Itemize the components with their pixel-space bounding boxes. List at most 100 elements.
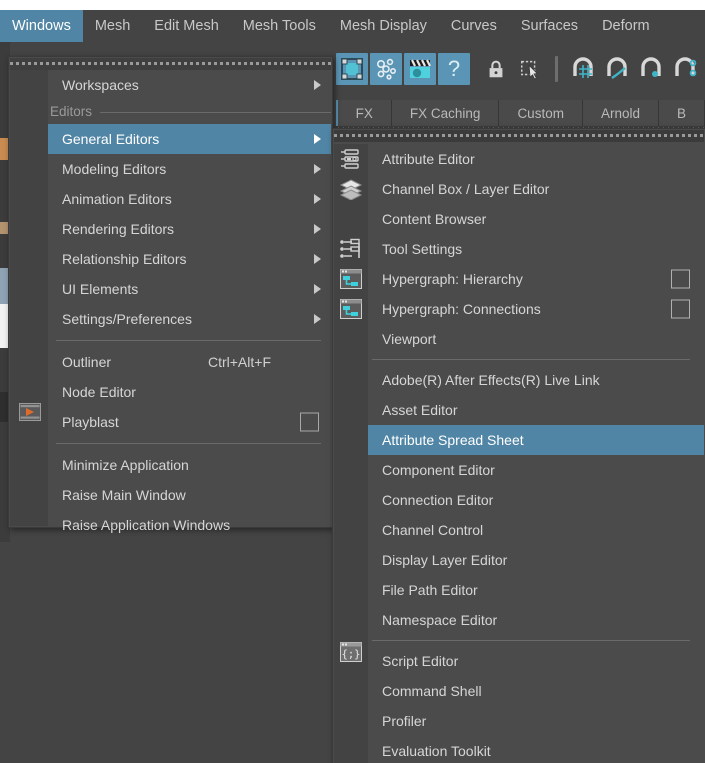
menu-item-rendering-editors[interactable]: Rendering Editors — [48, 214, 331, 244]
menubar-item-edit-mesh[interactable]: Edit Mesh — [142, 10, 230, 42]
submenu-item-label: Component Editor — [382, 462, 495, 478]
selection-mask-icon[interactable] — [514, 53, 546, 85]
menubar-item-windows[interactable]: Windows — [0, 10, 83, 42]
menu-item-settings-preferences[interactable]: Settings/Preferences — [48, 304, 331, 334]
option-box-checkbox[interactable] — [300, 412, 319, 432]
submenu-item-label: Hypergraph: Hierarchy — [382, 271, 523, 287]
option-box-checkbox[interactable] — [671, 299, 690, 319]
menu-item-outliner[interactable]: Outliner Ctrl+Alt+F — [48, 347, 331, 377]
submenu-item-label: Script Editor — [382, 653, 459, 669]
chevron-right-icon — [314, 254, 321, 264]
submenu-item-label: Hypergraph: Connections — [382, 301, 541, 317]
menubar-item-mesh-display[interactable]: Mesh Display — [328, 10, 439, 42]
help-question-icon[interactable]: ? — [438, 53, 470, 85]
submenu-item-label: Tool Settings — [382, 241, 463, 257]
menu-section-label: Editors — [50, 104, 93, 119]
submenu-item-label: Content Browser — [382, 211, 487, 227]
tab-arnold[interactable]: Arnold — [582, 100, 659, 126]
snap-to-points-icon[interactable] — [635, 53, 667, 85]
submenu-tearoff-handle[interactable] — [334, 130, 704, 142]
hypergraph-window-icon — [339, 298, 363, 320]
submenu-item-asset-editor[interactable]: Asset Editor — [368, 395, 704, 425]
submenu-item-hypergraph-hierarchy[interactable]: Hypergraph: Hierarchy — [368, 264, 704, 294]
general-editors-submenu: {;} Attribute Editor Channel Box / Layer… — [332, 128, 705, 763]
menu-item-label: Settings/Preferences — [62, 311, 192, 327]
submenu-item-display-layer-editor[interactable]: Display Layer Editor — [368, 545, 704, 575]
submenu-item-namespace-editor[interactable]: Namespace Editor — [368, 605, 704, 635]
submenu-item-connection-editor[interactable]: Connection Editor — [368, 485, 704, 515]
submenu-item-script-editor[interactable]: Script Editor — [368, 646, 704, 676]
submenu-item-label: Adobe(R) After Effects(R) Live Link — [382, 372, 600, 388]
chevron-right-icon — [314, 80, 321, 90]
menu-item-animation-editors[interactable]: Animation Editors — [48, 184, 331, 214]
submenu-item-attribute-editor[interactable]: Attribute Editor — [368, 144, 704, 174]
submenu-item-label: Viewport — [382, 331, 437, 347]
submenu-item-attribute-spread-sheet[interactable]: Attribute Spread Sheet — [368, 425, 704, 455]
menu-item-general-editors[interactable]: General Editors — [48, 124, 331, 154]
menu-item-node-editor[interactable]: Node Editor — [48, 377, 331, 407]
particles-icon[interactable] — [370, 53, 402, 85]
windows-dropdown-menu: Workspaces Editors General Editors Model… — [8, 56, 333, 533]
playblast-clapper-icon[interactable] — [404, 53, 436, 85]
toolbar-separator — [555, 56, 558, 82]
submenu-item-label: Connection Editor — [382, 492, 494, 508]
snap-to-grid-layout-icon[interactable] — [336, 53, 368, 85]
menu-item-modeling-editors[interactable]: Modeling Editors — [48, 154, 331, 184]
menu-item-minimize-application[interactable]: Minimize Application — [48, 450, 331, 480]
menu-item-ui-elements[interactable]: UI Elements — [48, 274, 331, 304]
submenu-item-command-shell[interactable]: Command Shell — [368, 676, 704, 706]
snap-to-grids-icon[interactable] — [567, 53, 599, 85]
status-line-toolbar: ? — [336, 50, 705, 88]
chevron-right-icon — [314, 224, 321, 234]
menubar-item-curves[interactable]: Curves — [439, 10, 509, 42]
submenu-item-after-effects-live-link[interactable]: Adobe(R) After Effects(R) Live Link — [368, 365, 704, 395]
option-box-checkbox[interactable] — [671, 269, 690, 289]
submenu-item-label: Display Layer Editor — [382, 552, 508, 568]
submenu-item-tool-settings[interactable]: Tool Settings — [368, 234, 704, 264]
menu-item-raise-main-window[interactable]: Raise Main Window — [48, 480, 331, 510]
menu-item-label: Node Editor — [62, 384, 136, 400]
maya-application-window: Windows Mesh Edit Mesh Mesh Tools Mesh D… — [0, 0, 705, 763]
submenu-item-channel-control[interactable]: Channel Control — [368, 515, 704, 545]
submenu-item-label: Asset Editor — [382, 402, 458, 418]
submenu-item-label: Channel Box / Layer Editor — [382, 181, 550, 197]
snap-to-curves-icon[interactable] — [601, 53, 633, 85]
tab-custom[interactable]: Custom — [499, 100, 583, 126]
menu-item-relationship-editors[interactable]: Relationship Editors — [48, 244, 331, 274]
menubar-item-mesh[interactable]: Mesh — [83, 10, 142, 42]
submenu-item-file-path-editor[interactable]: File Path Editor — [368, 575, 704, 605]
submenu-item-evaluation-toolkit[interactable]: Evaluation Toolkit — [368, 736, 704, 763]
chevron-right-icon — [314, 314, 321, 324]
tab-fx-caching[interactable]: FX Caching — [391, 100, 500, 126]
chevron-right-icon — [314, 164, 321, 174]
menu-item-label: Raise Application Windows — [62, 517, 231, 533]
windows-menu-items: Workspaces Editors General Editors Model… — [48, 70, 331, 533]
menu-tearoff-handle[interactable] — [10, 58, 331, 70]
submenu-item-component-editor[interactable]: Component Editor — [368, 455, 704, 485]
submenu-item-hypergraph-connections[interactable]: Hypergraph: Connections — [368, 294, 704, 324]
menu-item-label: Playblast — [62, 414, 119, 430]
general-editors-items: Attribute Editor Channel Box / Layer Edi… — [368, 144, 704, 763]
menubar-item-deform[interactable]: Deform — [590, 10, 662, 42]
snap-to-projected-center-icon[interactable] — [669, 53, 701, 85]
menu-item-label: Outliner — [62, 354, 112, 370]
menubar-item-mesh-tools[interactable]: Mesh Tools — [231, 10, 328, 42]
tab-b[interactable]: B — [658, 100, 705, 126]
menubar-item-surfaces[interactable]: Surfaces — [509, 10, 590, 42]
menu-item-raise-application-windows[interactable]: Raise Application Windows — [48, 510, 331, 540]
svg-text:{;}: {;} — [342, 649, 361, 661]
submenu-item-viewport[interactable]: Viewport — [368, 324, 704, 354]
lock-icon[interactable] — [480, 53, 512, 85]
submenu-item-content-browser[interactable]: Content Browser — [368, 204, 704, 234]
tab-fx[interactable]: FX — [337, 100, 392, 126]
top-white-strip — [0, 0, 705, 10]
submenu-item-profiler[interactable]: Profiler — [368, 706, 704, 736]
submenu-item-label: Profiler — [382, 713, 427, 729]
menu-item-playblast[interactable]: Playblast — [48, 407, 331, 437]
submenu-item-label: Attribute Spread Sheet — [382, 432, 524, 448]
menu-item-label: General Editors — [62, 131, 160, 147]
submenu-item-channel-box-layer-editor[interactable]: Channel Box / Layer Editor — [368, 174, 704, 204]
menu-item-workspaces[interactable]: Workspaces — [48, 70, 331, 100]
menu-divider — [56, 340, 321, 341]
submenu-item-label: File Path Editor — [382, 582, 478, 598]
